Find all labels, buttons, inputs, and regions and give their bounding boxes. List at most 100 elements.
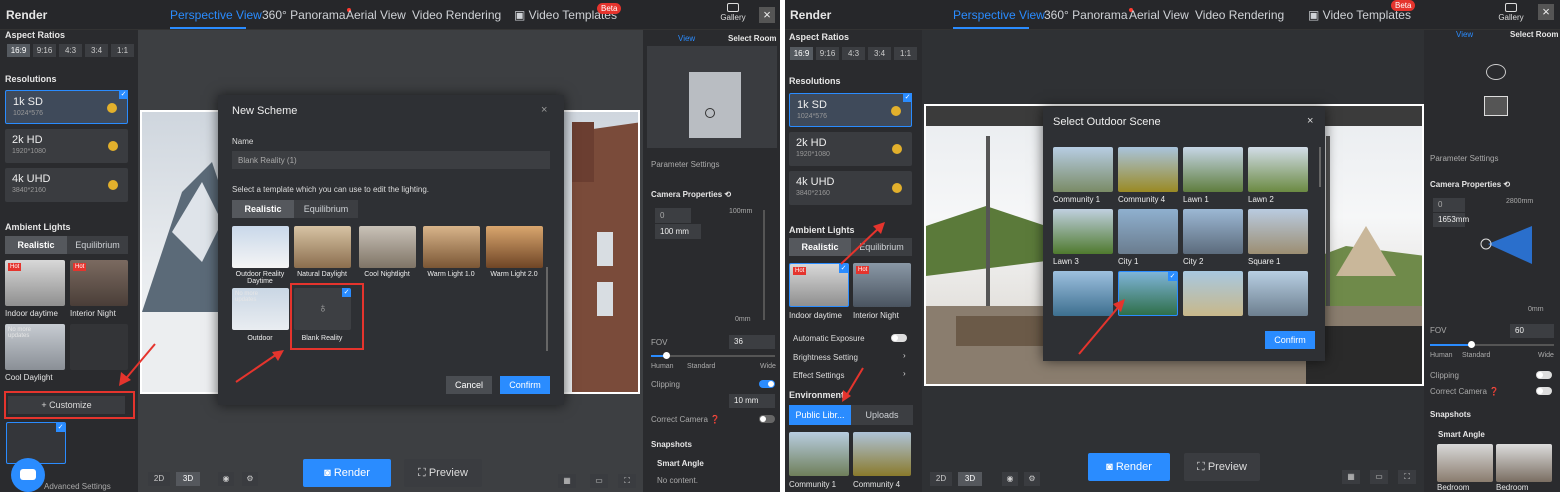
- tab-video-rendering[interactable]: Video Rendering: [1195, 8, 1284, 22]
- fov-field[interactable]: 60: [1510, 324, 1554, 338]
- scene-beach[interactable]: [1183, 271, 1243, 316]
- tab-perspective-view[interactable]: Perspective View: [953, 8, 1045, 22]
- settings-icon[interactable]: ⚙: [242, 472, 258, 486]
- camera-angle-field[interactable]: 0: [655, 208, 691, 223]
- preview-button[interactable]: ⛶ Preview: [404, 459, 482, 487]
- screen-icon[interactable]: ▭: [590, 474, 608, 488]
- tab-aerial-view[interactable]: Aerial View: [1129, 8, 1189, 22]
- scene-square-1[interactable]: [1248, 209, 1308, 254]
- resolution-1k[interactable]: 1k SD 1024*576 ✓: [789, 93, 912, 127]
- gallery-button[interactable]: Gallery: [718, 3, 748, 22]
- ratio-9-16[interactable]: 9:16: [33, 44, 56, 57]
- camera-height-field[interactable]: 1653mm: [1433, 213, 1469, 227]
- close-icon[interactable]: ×: [1538, 4, 1554, 20]
- scene-community-4[interactable]: [1118, 147, 1178, 192]
- fullscreen-icon[interactable]: ⛶: [1398, 470, 1416, 484]
- template-tab-equilibrium[interactable]: Equilibrium: [294, 200, 358, 218]
- preview-button[interactable]: ⛶ Preview: [1184, 453, 1260, 481]
- template-cool-nightlight[interactable]: [359, 226, 416, 268]
- mode-3d[interactable]: 3D: [958, 472, 982, 486]
- scene-lawn-3[interactable]: [1053, 209, 1113, 254]
- mode-2d[interactable]: 2D: [930, 472, 952, 486]
- auto-exposure-toggle[interactable]: [891, 334, 907, 342]
- template-warm-light-2[interactable]: [486, 226, 543, 268]
- eye-icon[interactable]: ◉: [1002, 472, 1018, 486]
- effect-settings[interactable]: Effect Settings: [793, 371, 844, 380]
- snapshot-thumb[interactable]: [1496, 444, 1552, 482]
- camera-icon[interactable]: [705, 108, 715, 118]
- ambient-thumb-cool-daylight[interactable]: No more updates: [5, 324, 65, 370]
- template-tab-realistic[interactable]: Realistic: [232, 200, 294, 218]
- correct-camera-toggle[interactable]: [1536, 387, 1552, 395]
- gallery-button[interactable]: Gallery: [1496, 3, 1526, 22]
- clipping-toggle[interactable]: [759, 380, 775, 388]
- template-outdoor[interactable]: No more updates: [232, 288, 289, 330]
- template-outdoor-reality-daytime[interactable]: [232, 226, 289, 268]
- ratio-1-1[interactable]: 1:1: [111, 44, 134, 57]
- ratio-16-9[interactable]: 16:9: [790, 47, 813, 60]
- clipping-toggle[interactable]: [1536, 371, 1552, 379]
- screen-icon[interactable]: ▭: [1370, 470, 1388, 484]
- tab-select-room[interactable]: Select Room: [1510, 30, 1558, 39]
- mode-3d[interactable]: 3D: [176, 472, 200, 486]
- cancel-button[interactable]: Cancel: [446, 376, 492, 394]
- camera-angle-field[interactable]: 0: [1433, 198, 1465, 212]
- scene-selected[interactable]: ✓: [1118, 271, 1178, 316]
- snapshot-thumb[interactable]: [1437, 444, 1493, 482]
- settings-icon[interactable]: ⚙: [1024, 472, 1040, 486]
- ambient-tab-equilibrium[interactable]: Equilibrium: [851, 238, 912, 256]
- floor-plan-minimap[interactable]: [1474, 56, 1518, 118]
- ambient-thumb-interior-night[interactable]: Hot: [853, 263, 911, 307]
- render-button[interactable]: ◙ Render: [303, 459, 391, 487]
- ambient-thumb-indoor-daytime[interactable]: Hot: [5, 260, 65, 306]
- floor-plan-minimap[interactable]: [647, 46, 777, 148]
- ratio-4-3[interactable]: 4:3: [842, 47, 865, 60]
- env-tab-uploads[interactable]: Uploads: [851, 405, 913, 425]
- scene-city-1[interactable]: [1118, 209, 1178, 254]
- ambient-tab-realistic[interactable]: Realistic: [789, 238, 851, 256]
- mode-2d[interactable]: 2D: [148, 472, 170, 486]
- close-icon[interactable]: ×: [541, 104, 547, 116]
- ratio-3-4[interactable]: 3:4: [85, 44, 108, 57]
- ambient-thumb-interior-night[interactable]: Hot: [70, 260, 128, 306]
- resolution-2k[interactable]: 2k HD 1920*1080: [5, 129, 128, 163]
- scene-lawn-1[interactable]: [1183, 147, 1243, 192]
- clipping-field[interactable]: 10 mm: [729, 394, 775, 408]
- fov-slider[interactable]: [651, 352, 775, 359]
- scheme-name-input[interactable]: Blank Reality (1): [232, 151, 550, 169]
- advanced-settings-link[interactable]: Advanced Settings: [44, 482, 111, 491]
- render-button[interactable]: ◙ Render: [1088, 453, 1170, 481]
- ratio-1-1[interactable]: 1:1: [894, 47, 917, 60]
- ambient-tab-equilibrium[interactable]: Equilibrium: [67, 236, 128, 254]
- tab-aerial-view[interactable]: Aerial View: [346, 8, 406, 22]
- layout-icon[interactable]: ▦: [1342, 470, 1360, 484]
- confirm-button[interactable]: Confirm: [500, 376, 550, 394]
- env-tab-public-library[interactable]: Public Libr...: [789, 405, 851, 425]
- custom-light-thumb[interactable]: ✓: [6, 422, 66, 464]
- ratio-4-3[interactable]: 4:3: [59, 44, 82, 57]
- template-natural-daylight[interactable]: [294, 226, 351, 268]
- resolution-4k[interactable]: 4k UHD 3840*2160: [5, 168, 128, 202]
- tab-video-rendering[interactable]: Video Rendering: [412, 8, 501, 22]
- fov-slider[interactable]: [1430, 341, 1554, 348]
- brightness-setting[interactable]: Brightness Setting: [793, 353, 858, 362]
- scene-city-2[interactable]: [1183, 209, 1243, 254]
- close-icon[interactable]: ×: [1307, 115, 1313, 127]
- correct-camera-toggle[interactable]: [759, 415, 775, 423]
- resolution-2k[interactable]: 2k HD 1920*1080: [789, 132, 912, 166]
- camera-height-field[interactable]: 100 mm: [655, 224, 701, 239]
- close-icon[interactable]: ×: [759, 7, 775, 23]
- fullscreen-icon[interactable]: ⛶: [618, 474, 636, 488]
- eye-icon[interactable]: ◉: [218, 472, 234, 486]
- chat-icon[interactable]: [11, 458, 45, 492]
- resolution-4k[interactable]: 4k UHD 3840*2160: [789, 171, 912, 205]
- layout-icon[interactable]: ▦: [558, 474, 576, 488]
- tab-select-room[interactable]: Select Room: [728, 34, 776, 43]
- tab-view[interactable]: View: [1456, 30, 1473, 39]
- tab-panorama[interactable]: 360° Panorama: [262, 8, 351, 22]
- env-thumb-community-1[interactable]: [789, 432, 849, 476]
- scene-harbor[interactable]: [1248, 271, 1308, 316]
- scene-coast-city[interactable]: [1053, 271, 1113, 316]
- tab-panorama[interactable]: 360° Panorama: [1044, 8, 1133, 22]
- ratio-3-4[interactable]: 3:4: [868, 47, 891, 60]
